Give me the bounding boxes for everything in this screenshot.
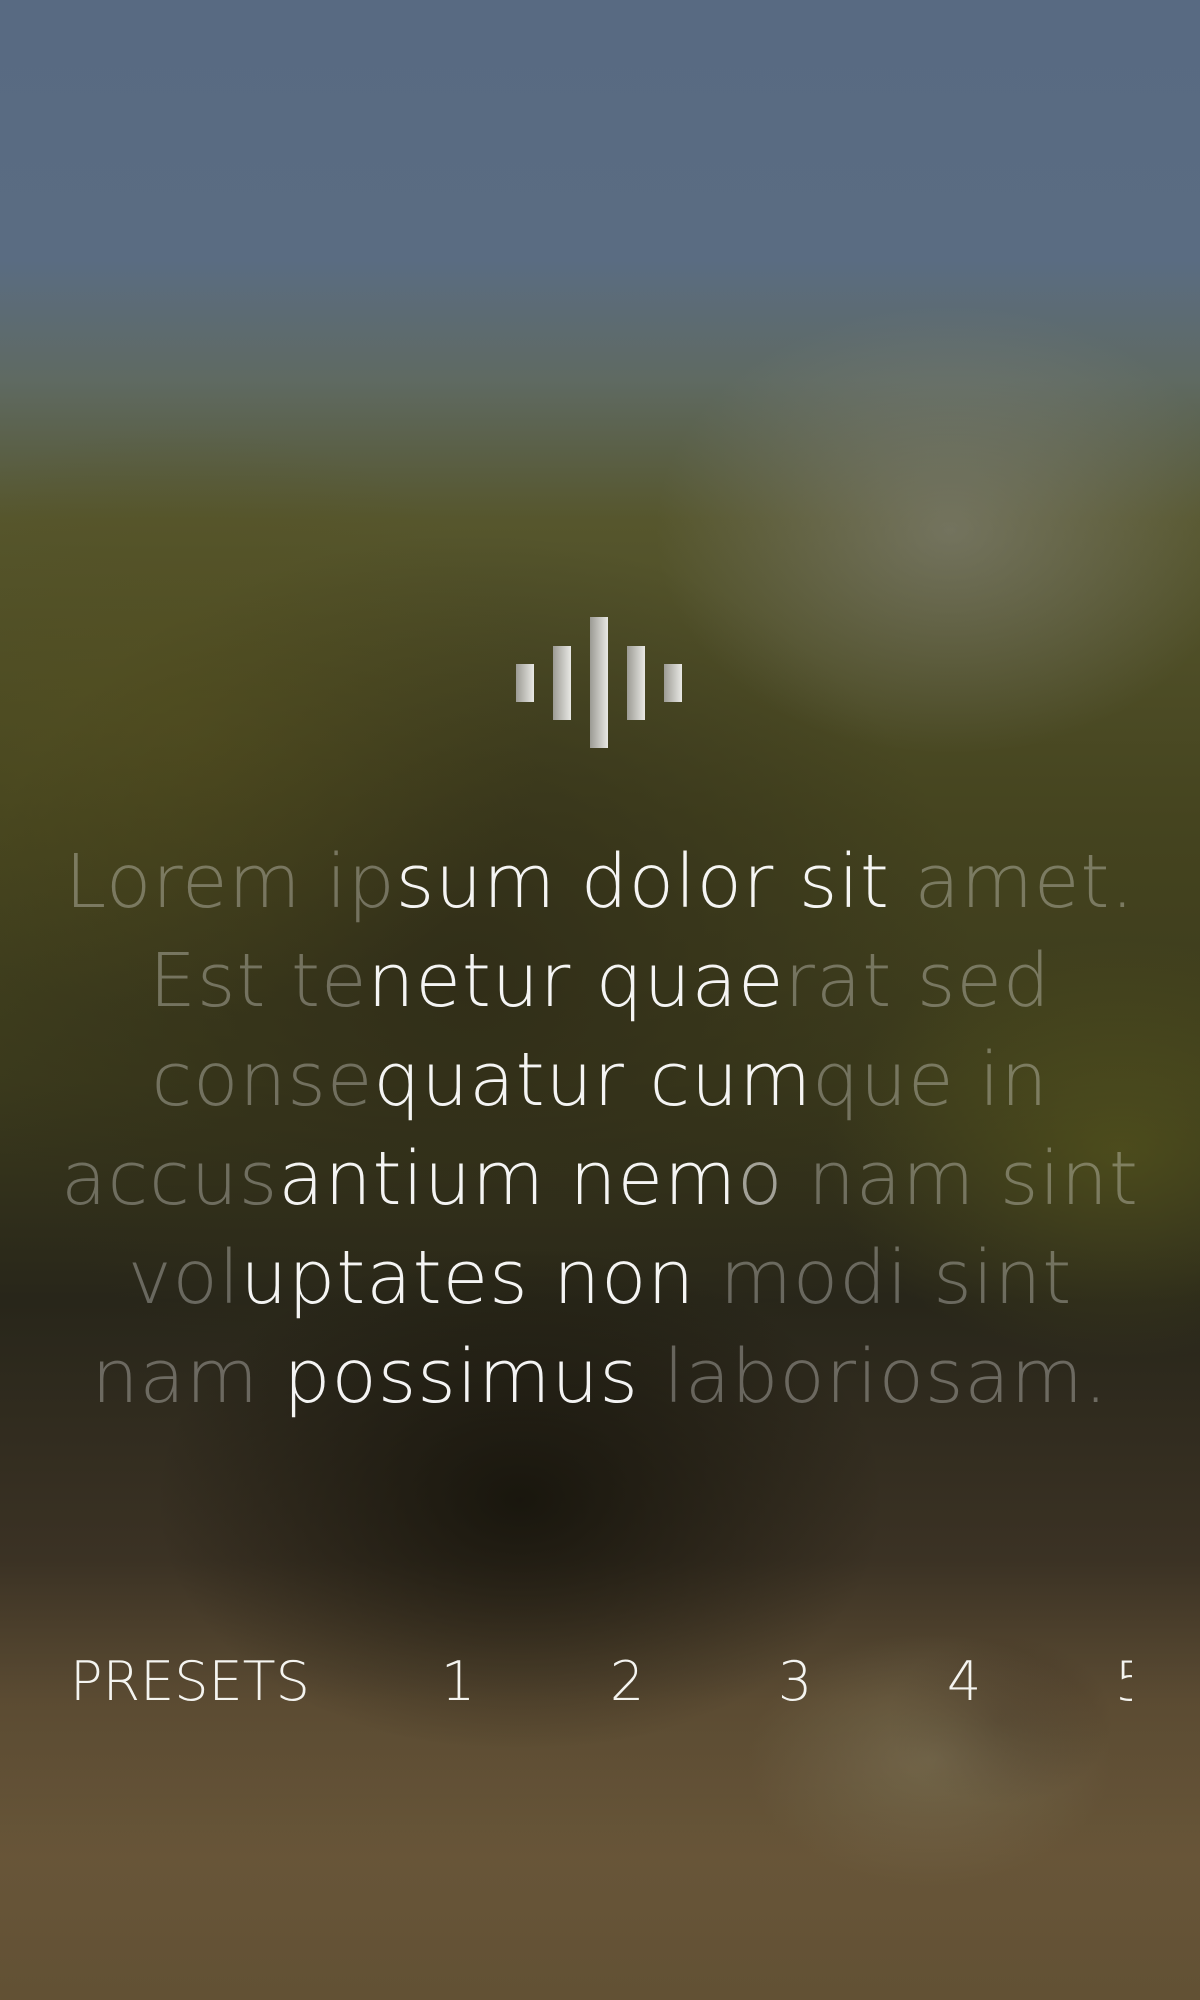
lyrics-word: modi sint bbox=[719, 1235, 1073, 1321]
lyrics-word: quatur bbox=[373, 1037, 650, 1123]
lyrics-word: quae bbox=[595, 938, 785, 1024]
lyrics-word: o bbox=[737, 1136, 808, 1222]
lyrics-word: cum bbox=[649, 1037, 813, 1123]
preset-button-2[interactable]: 2 bbox=[597, 1650, 657, 1713]
lyrics-line: Est tenetur quaerat sed bbox=[40, 932, 1160, 1031]
lyrics-word: uptates bbox=[240, 1235, 554, 1321]
lyrics-line: nam possimus laboriosam. bbox=[40, 1328, 1160, 1427]
lyrics-word: te bbox=[290, 938, 368, 1024]
lyrics-text: Lorem ipsum dolor sit amet. Est tenetur q… bbox=[40, 833, 1160, 1427]
lyrics-line: consequatur cumque in bbox=[40, 1031, 1160, 1130]
lyrics-word: dolor bbox=[580, 839, 799, 925]
lyrics-word: vol bbox=[127, 1235, 241, 1321]
lyrics-line: voluptates non modi sint bbox=[40, 1229, 1160, 1328]
lyrics-word: non bbox=[553, 1235, 720, 1321]
lyrics-word: nam bbox=[91, 1334, 284, 1420]
lyrics-word: que in bbox=[812, 1037, 1049, 1123]
lyrics-word: amet. bbox=[914, 839, 1135, 925]
lyrics-word: possimus bbox=[283, 1334, 664, 1420]
lyrics-line: Lorem ipsum dolor sit amet. bbox=[40, 833, 1160, 932]
lyrics-word: Est bbox=[149, 938, 291, 1024]
lyrics-word: Lorem bbox=[65, 839, 327, 925]
lyrics-word: sit bbox=[798, 839, 915, 925]
lyrics-word: nam sint bbox=[807, 1136, 1139, 1222]
preset-button-5[interactable]: 5 bbox=[1102, 1650, 1132, 1713]
preset-button-3[interactable]: 3 bbox=[765, 1650, 825, 1713]
lyrics-word: laboriosam. bbox=[663, 1334, 1109, 1420]
lyrics-word: accus bbox=[61, 1136, 279, 1222]
lyrics-word: conse bbox=[151, 1037, 374, 1123]
audio-bars-icon bbox=[514, 617, 686, 749]
presets-label: PRESETS bbox=[70, 1650, 310, 1713]
presets-bar: PRESETS 1 2 3 4 5 bbox=[0, 1640, 1132, 1720]
lyrics-word: netur bbox=[367, 938, 596, 1024]
preset-button-4[interactable]: 4 bbox=[934, 1650, 994, 1713]
lyrics-word: sum bbox=[395, 839, 581, 925]
lyrics-word: antium bbox=[278, 1136, 570, 1222]
lyrics-screen: Lorem ipsum dolor sit amet. Est tenetur q… bbox=[0, 0, 1200, 2000]
lyrics-line: accusantium nemo nam sint bbox=[40, 1130, 1160, 1229]
lyrics-word: nem bbox=[569, 1136, 738, 1222]
preset-button-1[interactable]: 1 bbox=[428, 1650, 488, 1713]
lyrics-word: rat sed bbox=[784, 938, 1051, 1024]
lyrics-word: ip bbox=[326, 839, 396, 925]
